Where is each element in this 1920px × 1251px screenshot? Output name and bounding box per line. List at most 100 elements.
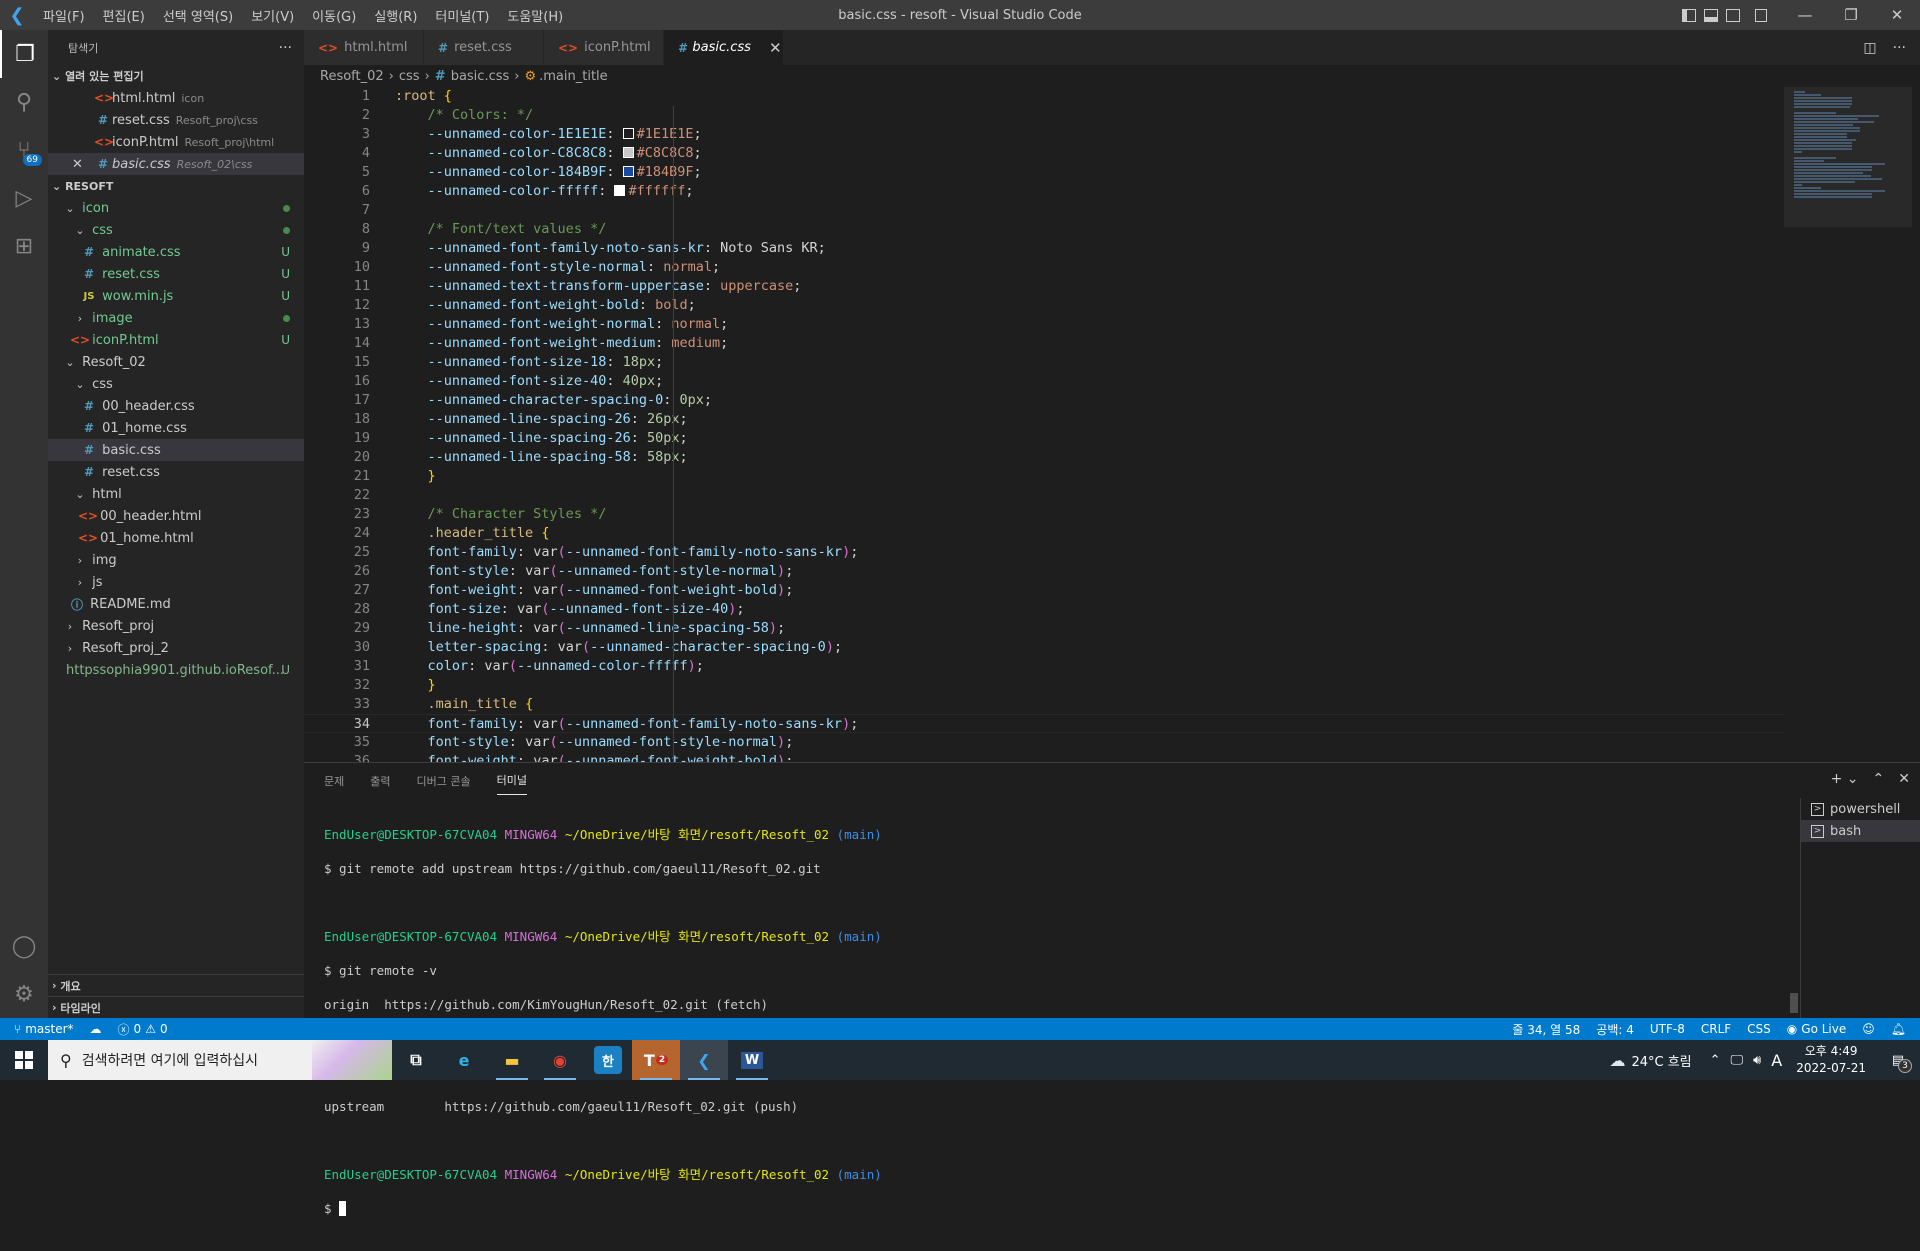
extensions-button[interactable]: ⊞ (0, 222, 48, 270)
tab-reset-css[interactable]: # reset.css (424, 30, 544, 65)
code-line[interactable]: 13 --unnamed-font-weight-normal: normal; (304, 315, 1784, 334)
code-line[interactable]: 24 .header_title { (304, 524, 1784, 543)
source-control-button[interactable]: ⑂ 69 (0, 126, 48, 174)
feedback-button[interactable]: ☺ (1854, 1022, 1883, 1036)
tree-file[interactable]: <> iconP.html U (48, 329, 304, 351)
weather-text[interactable]: 24°C 흐림 (1631, 1051, 1691, 1070)
sync-button[interactable]: ☁ (82, 1022, 110, 1036)
terminal-item-powershell[interactable]: > powershell (1801, 798, 1920, 820)
search-button[interactable]: ⚲ (0, 78, 48, 126)
edge-app[interactable]: e (440, 1040, 488, 1080)
indentation[interactable]: 공백: 4 (1588, 1021, 1642, 1038)
code-line[interactable]: 20 --unnamed-line-spacing-58: 58px; (304, 448, 1784, 467)
tree-folder[interactable]: ⌄ Resoft_02 (48, 351, 304, 373)
network-icon[interactable]: 🖵︎ (1731, 1053, 1744, 1068)
toggle-sidebar-button[interactable] (1678, 0, 1700, 30)
menu-file[interactable]: 파일(F) (34, 10, 94, 25)
code-line[interactable]: 6 --unnamed-color-fffff: #ffffff; (304, 182, 1784, 201)
menu-selection[interactable]: 선택 영역(S) (154, 10, 242, 25)
word-app[interactable]: W (728, 1040, 776, 1080)
menu-help[interactable]: 도움말(H) (498, 10, 572, 25)
tab-iconp-html[interactable]: <> iconP.html (544, 30, 664, 65)
tree-file[interactable]: # reset.css (48, 461, 304, 483)
close-tab-icon[interactable]: ✕ (769, 39, 782, 57)
code-line[interactable]: 28 font-size: var(--unnamed-font-size-40… (304, 600, 1784, 619)
tree-folder[interactable]: › Resoft_proj_2 (48, 637, 304, 659)
explorer-button[interactable]: ❐ (0, 30, 48, 78)
code-line[interactable]: 16 --unnamed-font-size-40: 40px; (304, 372, 1784, 391)
split-editor-button[interactable]: ◫ (1863, 40, 1876, 56)
close-editor-icon[interactable]: ✕ (72, 157, 94, 172)
code-line[interactable]: 10 --unnamed-font-style-normal: normal; (304, 258, 1784, 277)
cursor-position[interactable]: 줄 34, 열 58 (1504, 1021, 1588, 1038)
code-line[interactable]: 32 } (304, 676, 1784, 695)
open-editor-item-active[interactable]: ✕ # basic.css Resoft_02\css (48, 153, 304, 175)
terminal-input-line[interactable]: $ (324, 1200, 1784, 1217)
customize-layout-button[interactable] (1750, 0, 1772, 30)
code-line[interactable]: 21 } (304, 467, 1784, 486)
minimize-button[interactable]: — (1782, 0, 1828, 30)
code-line[interactable]: 27 font-weight: var(--unnamed-font-weigh… (304, 581, 1784, 600)
code-line[interactable]: 5 --unnamed-color-184B9F: #184B9F; (304, 163, 1784, 182)
code-line[interactable]: 26 font-style: var(--unnamed-font-style-… (304, 562, 1784, 581)
breadcrumb-item[interactable]: basic.css (451, 69, 510, 84)
chrome-app[interactable]: ◉ (536, 1040, 584, 1080)
code-line[interactable]: 9 --unnamed-font-family-noto-sans-kr: No… (304, 239, 1784, 258)
tree-file[interactable]: ⓘ README.md (48, 593, 304, 615)
tab-problems[interactable]: 문제 (324, 767, 344, 795)
code-line[interactable]: 4 --unnamed-color-C8C8C8: #C8C8C8; (304, 144, 1784, 163)
code-line[interactable]: 31 color: var(--unnamed-color-fffff); (304, 657, 1784, 676)
tree-folder[interactable]: › js (48, 571, 304, 593)
close-panel-button[interactable]: ✕ (1898, 771, 1910, 787)
file-explorer-app[interactable]: ▬ (488, 1040, 536, 1080)
editor-more-actions-button[interactable]: ··· (1893, 40, 1906, 56)
tree-folder[interactable]: ⌄ css (48, 373, 304, 395)
open-editors-header[interactable]: ⌄ 열려 있는 편집기 (48, 65, 304, 87)
workspace-header[interactable]: ⌄ RESOFT (48, 175, 304, 197)
tree-folder[interactable]: ⌄ html (48, 483, 304, 505)
toggle-secondary-sidebar-button[interactable] (1722, 0, 1744, 30)
taskbar-search[interactable]: ⚲ 검색하려면 여기에 입력하십시 (48, 1040, 392, 1080)
tree-file[interactable]: <> 00_header.html (48, 505, 304, 527)
code-line[interactable]: 8 /* Font/text values */ (304, 220, 1784, 239)
code-line[interactable]: 23 /* Character Styles */ (304, 505, 1784, 524)
ime-indicator[interactable]: A (1771, 1051, 1782, 1070)
tree-file[interactable]: JS wow.min.js U (48, 285, 304, 307)
menu-go[interactable]: 이동(G) (303, 10, 365, 25)
menu-view[interactable]: 보기(V) (242, 10, 303, 25)
code-line[interactable]: 33 .main_title { (304, 695, 1784, 714)
manage-button[interactable]: ⚙ (0, 970, 48, 1018)
tab-debug-console[interactable]: 디버그 콘솔 (417, 767, 471, 795)
open-editor-item[interactable]: # reset.css Resoft_proj\css (48, 109, 304, 131)
code-line[interactable]: 3 --unnamed-color-1E1E1E: #1E1E1E; (304, 125, 1784, 144)
end-of-line[interactable]: CRLF (1693, 1022, 1739, 1036)
branch-status[interactable]: ⑂ master* (0, 1022, 82, 1036)
code-line[interactable]: 2 /* Colors: */ (304, 106, 1784, 125)
problems-status[interactable]: ⓧ 0 ⚠ 0 (110, 1021, 176, 1038)
tree-file[interactable]: # animate.css U (48, 241, 304, 263)
task-view-button[interactable]: ⧉ (392, 1040, 440, 1080)
tree-folder[interactable]: › img (48, 549, 304, 571)
timeline-header[interactable]: › 타임라인 (48, 996, 304, 1018)
korean-app[interactable]: 한 (594, 1046, 622, 1074)
code-line[interactable]: 17 --unnamed-character-spacing-0: 0px; (304, 391, 1784, 410)
close-window-button[interactable]: ✕ (1874, 0, 1920, 30)
tree-folder[interactable]: ⌄ css (48, 219, 304, 241)
code-line[interactable]: 29 line-height: var(--unnamed-line-spaci… (304, 619, 1784, 638)
vscode-app[interactable]: ❮ (680, 1040, 728, 1080)
tree-folder[interactable]: ⌄ icon (48, 197, 304, 219)
code-line[interactable]: 34 font-family: var(--unnamed-font-famil… (304, 714, 1784, 733)
clock[interactable]: 오후 4:49 2022-07-21 (1786, 1043, 1876, 1077)
code-line[interactable]: 19 --unnamed-line-spacing-26: 50px; (304, 429, 1784, 448)
go-live-button[interactable]: ◉ Go Live (1779, 1022, 1854, 1036)
open-editor-item[interactable]: <> iconP.html Resoft_proj\html (48, 131, 304, 153)
code-line[interactable]: 14 --unnamed-font-weight-medium: medium; (304, 334, 1784, 353)
open-editor-item[interactable]: <> html.html icon (48, 87, 304, 109)
show-hidden-icons-button[interactable]: ⌃ (1710, 1053, 1721, 1068)
code-line[interactable]: 30 letter-spacing: var(--unnamed-charact… (304, 638, 1784, 657)
tree-file-selected[interactable]: # basic.css (48, 439, 304, 461)
code-line[interactable]: 35 font-style: var(--unnamed-font-style-… (304, 733, 1784, 752)
tree-file[interactable]: <> 01_home.html (48, 527, 304, 549)
breadcrumb-item[interactable]: css (399, 69, 420, 84)
code-line[interactable]: 11 --unnamed-text-transform-uppercase: u… (304, 277, 1784, 296)
